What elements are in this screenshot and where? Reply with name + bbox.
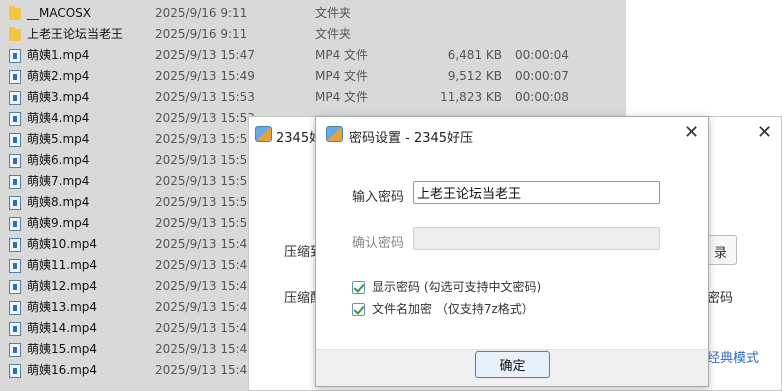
- close-icon[interactable]: ✕: [757, 122, 772, 143]
- file-date: 2025/9/16 9:11: [155, 27, 248, 41]
- file-duration: 00:00:04: [515, 48, 569, 62]
- file-date: 2025/9/13 15:53: [155, 90, 255, 104]
- file-type: MP4 文件: [315, 90, 369, 104]
- file-date: 2025/9/13 15:4: [155, 321, 248, 335]
- dialog-footer: 确定: [316, 349, 708, 386]
- file-name: 萌姨2.mp4: [27, 69, 90, 83]
- password-settings-dialog: 密码设置 - 2345好压 ✕ 输入密码 确认密码 显示密码 (勾选可支持中文密…: [315, 116, 709, 387]
- folder-icon: [9, 27, 21, 41]
- video-file-icon: [9, 196, 21, 210]
- file-date: 2025/9/13 15:4: [155, 258, 248, 272]
- file-row[interactable]: 萌姨3.mp4 2025/9/13 15:53 MP4 文件 11,823 KB 00:…: [0, 87, 626, 108]
- haozip-app-icon: [255, 126, 272, 142]
- enter-password-label: 输入密码: [352, 190, 405, 205]
- file-name: 上老王论坛当老王: [27, 27, 124, 41]
- file-name: 萌姨12.mp4: [27, 279, 98, 293]
- file-name: 萌姨15.mp4: [27, 342, 98, 356]
- file-type: 文件夹: [315, 6, 352, 20]
- password-input[interactable]: [413, 181, 660, 204]
- file-date: 2025/9/13 15:4: [155, 300, 248, 314]
- video-file-icon: [9, 91, 21, 105]
- file-size: 11,823 KB: [440, 90, 502, 104]
- show-password-checkbox[interactable]: [352, 281, 365, 294]
- video-file-icon: [9, 322, 21, 336]
- confirm-password-label: 确认密码: [352, 236, 405, 251]
- folder-icon: [9, 6, 21, 20]
- file-date: 2025/9/13 15:5: [155, 153, 248, 167]
- video-file-icon: [9, 280, 21, 294]
- file-name: 萌姨1.mp4: [27, 48, 90, 62]
- confirm-password-input[interactable]: [413, 227, 660, 250]
- video-file-icon: [9, 133, 21, 147]
- video-file-icon: [9, 217, 21, 231]
- file-date: 2025/9/13 15:5: [155, 195, 248, 209]
- video-file-icon: [9, 238, 21, 252]
- show-password-label: 显示密码 (勾选可支持中文密码): [372, 280, 542, 294]
- file-duration: 00:00:08: [515, 90, 569, 104]
- file-name: 萌姨16.mp4: [27, 363, 98, 377]
- video-file-icon: [9, 70, 21, 84]
- file-name: 萌姨13.mp4: [27, 300, 98, 314]
- file-type: 文件夹: [315, 27, 352, 41]
- file-date: 2025/9/13 15:4: [155, 279, 248, 293]
- file-name: 萌姨8.mp4: [27, 195, 90, 209]
- file-name: 萌姨9.mp4: [27, 216, 90, 230]
- file-name: 萌姨4.mp4: [27, 111, 90, 125]
- video-file-icon: [9, 49, 21, 63]
- file-name: 萌姨3.mp4: [27, 90, 90, 104]
- dialog-title: 密码设置 - 2345好压: [349, 131, 474, 146]
- encrypt-filenames-checkbox[interactable]: [352, 303, 365, 316]
- file-date: 2025/9/16 9:11: [155, 6, 248, 20]
- file-row[interactable]: 萌姨1.mp4 2025/9/13 15:47 MP4 文件 6,481 KB 00:0…: [0, 45, 626, 66]
- file-name: 萌姨14.mp4: [27, 321, 98, 335]
- close-icon[interactable]: ✕: [684, 122, 699, 143]
- file-date: 2025/9/13 15:4: [155, 363, 248, 377]
- file-date: 2025/9/13 15:5: [155, 132, 248, 146]
- video-file-icon: [9, 154, 21, 168]
- video-file-icon: [9, 175, 21, 189]
- file-size: 9,512 KB: [447, 69, 502, 83]
- file-date: 2025/9/13 15:5: [155, 216, 248, 230]
- file-date: 2025/9/13 15:49: [155, 69, 255, 83]
- file-date: 2025/9/13 15:4: [155, 342, 248, 356]
- file-row[interactable]: 萌姨2.mp4 2025/9/13 15:49 MP4 文件 9,512 KB 00:0…: [0, 66, 626, 87]
- dialog-body: 输入密码 确认密码 显示密码 (勾选可支持中文密码) 文件名加密 （仅支持7z格…: [316, 153, 708, 349]
- video-file-icon: [9, 112, 21, 126]
- file-name: 萌姨5.mp4: [27, 132, 90, 146]
- classic-mode-link[interactable]: 经典模式: [707, 347, 759, 366]
- file-name: 萌姨7.mp4: [27, 174, 90, 188]
- file-name: __MACOSX: [27, 6, 92, 20]
- video-file-icon: [9, 259, 21, 273]
- haozip-app-icon: [326, 126, 343, 142]
- file-type: MP4 文件: [315, 48, 369, 62]
- file-name: 萌姨10.mp4: [27, 237, 98, 251]
- file-date: 2025/9/13 15:5: [155, 174, 248, 188]
- file-row[interactable]: 上老王论坛当老王 2025/9/16 9:11 文件夹: [0, 24, 626, 45]
- file-row[interactable]: __MACOSX 2025/9/16 9:11 文件夹: [0, 3, 626, 24]
- video-file-icon: [9, 343, 21, 357]
- video-file-icon: [9, 301, 21, 315]
- file-duration: 00:00:07: [515, 69, 569, 83]
- ok-button[interactable]: 确定: [475, 351, 550, 378]
- video-file-icon: [9, 364, 21, 378]
- file-date: 2025/9/13 15:53: [155, 111, 255, 125]
- file-date: 2025/9/13 15:4: [155, 237, 248, 251]
- file-name: 萌姨6.mp4: [27, 153, 90, 167]
- file-date: 2025/9/13 15:47: [155, 48, 255, 62]
- file-name: 萌姨11.mp4: [27, 258, 98, 272]
- file-size: 6,481 KB: [447, 48, 502, 62]
- file-type: MP4 文件: [315, 69, 369, 83]
- encrypt-filenames-label: 文件名加密 （仅支持7z格式）: [372, 302, 534, 316]
- password-option-text[interactable]: 密码: [707, 287, 733, 306]
